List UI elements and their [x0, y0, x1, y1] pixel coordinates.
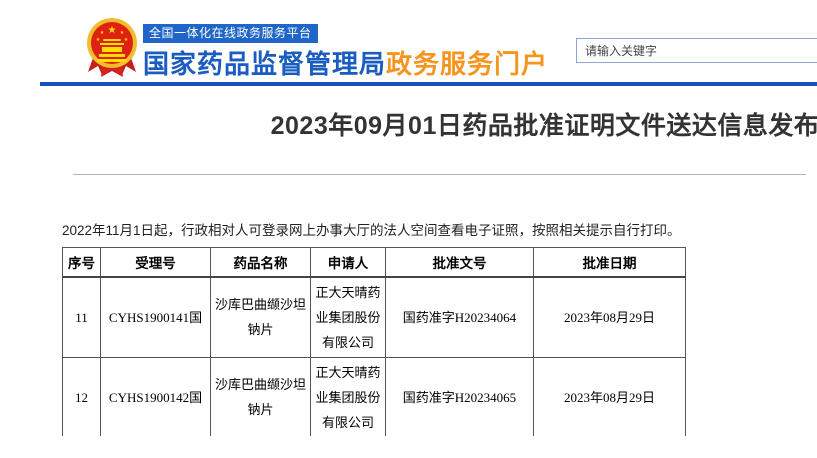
search-input[interactable] [576, 38, 817, 63]
svg-text:★: ★ [96, 37, 101, 43]
page-title: 2023年09月01日药品批准证明文件送达信息发布 [250, 106, 817, 142]
site-name-primary: 国家药品监督管理局 [143, 49, 386, 79]
col-header-applicant: 申请人 [311, 248, 386, 277]
platform-badge: 全国一体化在线政务服务平台 [143, 24, 318, 43]
col-header-drug-name: 药品名称 [211, 248, 311, 277]
notice-text: 2022年11月1日起，行政相对人可登录网上办事大厅的法人空间查看电子证照，按照… [62, 219, 762, 239]
cell-approval-date: 2023年08月29日 [534, 277, 686, 358]
cell-no: 12 [63, 357, 101, 436]
site-title: 国家药品监督管理局政务服务门户 [143, 44, 548, 81]
svg-text:★: ★ [120, 30, 125, 36]
site-name-secondary: 政务服务门户 [386, 49, 548, 79]
cell-acceptance-no: CYHS1900142国 [101, 357, 211, 436]
col-header-no: 序号 [63, 248, 101, 277]
cell-approval-date: 2023年08月29日 [534, 357, 686, 436]
table-row: 12 CYHS1900142国 沙库巴曲缬沙坦钠片 正大天晴药业集团股份有限公司… [63, 357, 686, 436]
col-header-approval-date: 批准日期 [534, 248, 686, 277]
national-emblem-icon: ★ ★ ★ ★ ★ [86, 16, 138, 79]
svg-text:★: ★ [100, 30, 105, 36]
table-header-row: 序号 受理号 药品名称 申请人 批准文号 批准日期 [63, 248, 686, 277]
svg-text:★: ★ [124, 37, 129, 43]
cell-approval-no: 国药准字H20234065 [386, 357, 534, 436]
cell-acceptance-no: CYHS1900141国 [101, 277, 211, 358]
approval-table: 序号 受理号 药品名称 申请人 批准文号 批准日期 11 CYHS1900141… [62, 247, 686, 436]
cell-applicant: 正大天晴药业集团股份有限公司 [311, 277, 386, 358]
title-divider [73, 174, 806, 175]
col-header-approval-no: 批准文号 [386, 248, 534, 277]
svg-text:★: ★ [108, 25, 117, 36]
cell-applicant: 正大天晴药业集团股份有限公司 [311, 357, 386, 436]
cell-approval-no: 国药准字H20234064 [386, 277, 534, 358]
col-header-acceptance-no: 受理号 [101, 248, 211, 277]
cell-drug-name: 沙库巴曲缬沙坦钠片 [211, 357, 311, 436]
table-row: 11 CYHS1900141国 沙库巴曲缬沙坦钠片 正大天晴药业集团股份有限公司… [63, 277, 686, 358]
cell-drug-name: 沙库巴曲缬沙坦钠片 [211, 277, 311, 358]
header-divider [40, 82, 817, 86]
approval-table-container: 序号 受理号 药品名称 申请人 批准文号 批准日期 11 CYHS1900141… [62, 247, 687, 436]
cell-no: 11 [63, 277, 101, 358]
